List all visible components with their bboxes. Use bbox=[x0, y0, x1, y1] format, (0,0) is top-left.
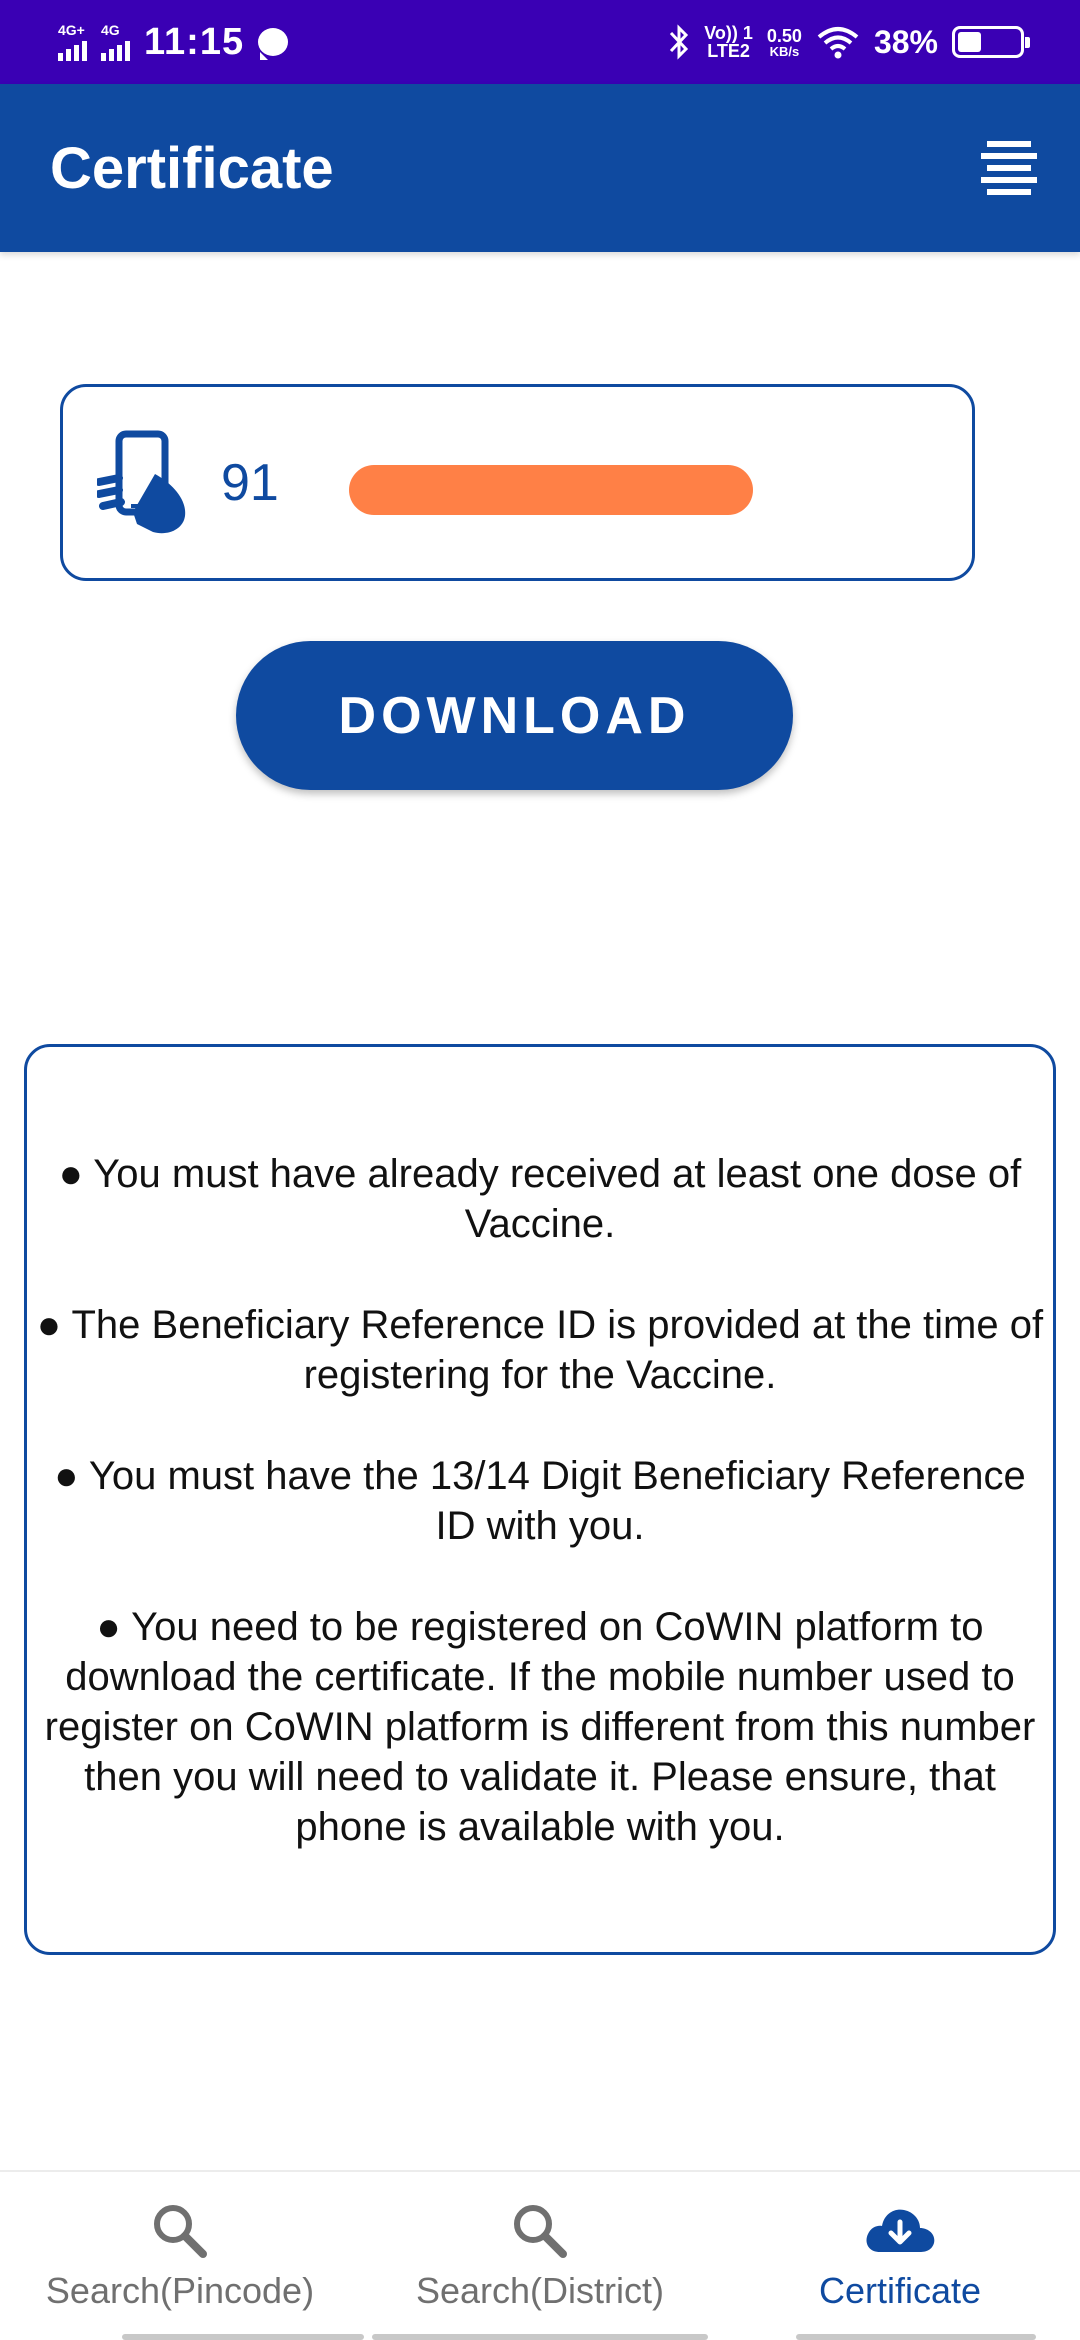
download-button[interactable]: DOWNLOAD bbox=[236, 641, 793, 790]
nav-indicator bbox=[122, 2334, 364, 2340]
volte-indicator: Vo)) 1 LTE2 bbox=[704, 24, 753, 60]
nav-item-certificate[interactable]: Certificate bbox=[720, 2172, 1080, 2340]
app-bar: Certificate bbox=[0, 84, 1080, 252]
sim2-signal: 4G bbox=[101, 23, 130, 61]
mobile-number-field[interactable]: 91 bbox=[60, 384, 975, 581]
mobile-number-value: 91 bbox=[221, 453, 279, 512]
bottom-nav: Search(Pincode) Search(District) Certifi… bbox=[0, 2170, 1080, 2340]
lte-label: LTE2 bbox=[707, 41, 750, 61]
nav-indicator bbox=[372, 2334, 708, 2340]
wifi-icon bbox=[817, 27, 859, 59]
bluetooth-icon bbox=[670, 24, 689, 60]
info-item: ● You must have the 13/14 Digit Benefici… bbox=[54, 1454, 1026, 1548]
status-time: 11:15 bbox=[144, 20, 245, 63]
search-icon bbox=[514, 2205, 567, 2258]
info-box: ● You must have already received at leas… bbox=[24, 1044, 1056, 1955]
battery-icon bbox=[952, 26, 1030, 58]
nav-item-search-district[interactable]: Search(District) bbox=[360, 2172, 720, 2340]
search-icon bbox=[154, 2205, 207, 2258]
chat-notification-icon bbox=[258, 28, 289, 60]
phone-in-hand-icon bbox=[97, 430, 186, 533]
info-item: ● You must have already received at leas… bbox=[58, 1152, 1022, 1246]
battery-level bbox=[958, 32, 981, 52]
status-bar: 4G+ 4G 11:15 Vo)) 1 LTE2 0.50 KB/s 38% bbox=[0, 0, 1080, 84]
nav-item-search-pincode[interactable]: Search(Pincode) bbox=[0, 2172, 364, 2340]
nav-item-label: Search(Pincode) bbox=[45, 2270, 315, 2311]
signal-bars-icon bbox=[101, 39, 130, 61]
nav-indicator bbox=[796, 2334, 1036, 2340]
menu-icon[interactable] bbox=[980, 139, 1038, 197]
volte-label: Vo)) 1 bbox=[704, 23, 753, 43]
page-title: Certificate bbox=[50, 135, 334, 201]
nav-item-label: Certificate bbox=[818, 2270, 982, 2311]
battery-percent: 38% bbox=[873, 23, 938, 60]
network-speed-value: 0.50 bbox=[766, 25, 802, 46]
redaction-mark bbox=[349, 465, 753, 515]
network-speed: 0.50 KB/s bbox=[767, 27, 802, 58]
signal-bars-icon bbox=[58, 39, 87, 61]
info-item: ● The Beneficiary Reference ID is provid… bbox=[36, 1303, 1044, 1397]
network-speed-unit: KB/s bbox=[769, 43, 800, 59]
sim2-network-label: 4G bbox=[101, 22, 120, 38]
info-item: ● You need to be registered on CoWIN pla… bbox=[44, 1605, 1036, 1849]
nav-item-label: Search(District) bbox=[415, 2270, 665, 2311]
sim1-signal: 4G+ bbox=[58, 23, 87, 61]
sim1-network-label: 4G+ bbox=[58, 22, 85, 38]
cloud-download-icon bbox=[866, 2209, 935, 2252]
